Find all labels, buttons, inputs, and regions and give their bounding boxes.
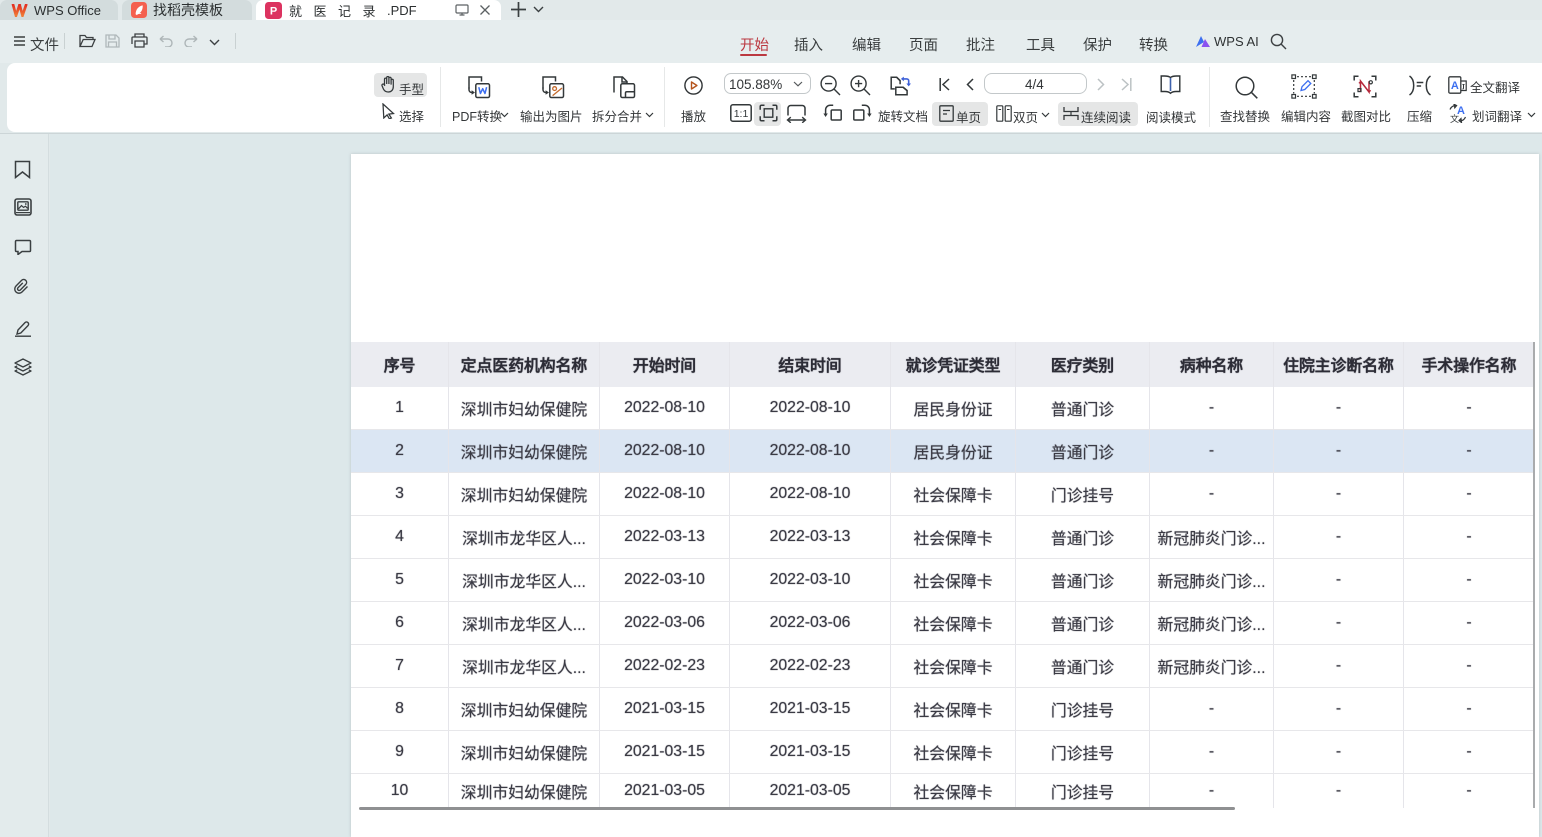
- svg-text:A: A: [1457, 105, 1465, 117]
- svg-text:A: A: [1451, 80, 1459, 92]
- svg-text:P: P: [270, 5, 277, 17]
- svg-text:1:1: 1:1: [734, 108, 749, 120]
